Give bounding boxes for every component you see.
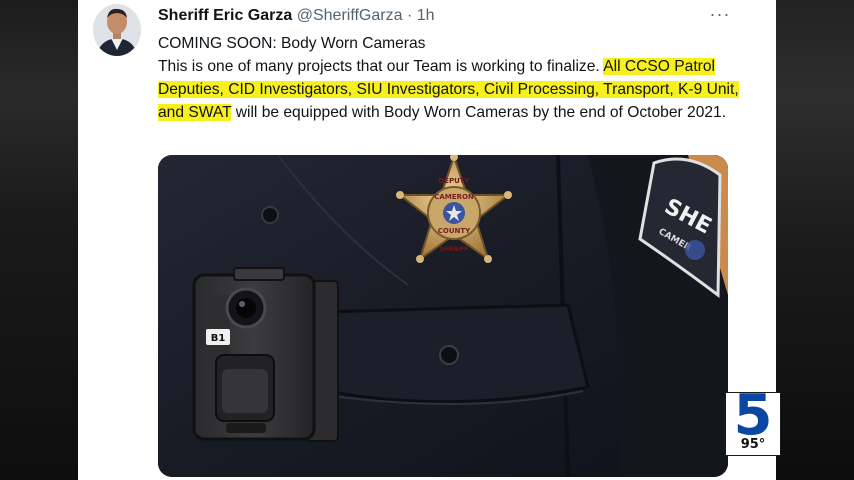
tweet-title-line: COMING SOON: Body Worn Cameras bbox=[158, 35, 426, 52]
tweet-photo[interactable]: DEPUTY CAMERON COUNTY SHERIFF SHE CAMER bbox=[158, 155, 728, 477]
badge-top-text: DEPUTY bbox=[438, 177, 470, 185]
tweet-body: This is one of many projects that our Te… bbox=[158, 55, 748, 124]
body-camera: B1 bbox=[192, 267, 339, 442]
avatar[interactable] bbox=[93, 4, 141, 56]
shirt-button bbox=[439, 345, 459, 365]
camera-label: B1 bbox=[211, 333, 226, 344]
author-name[interactable]: Sheriff Eric Garza bbox=[158, 7, 292, 24]
tweet-header: Sheriff Eric Garza @SheriffGarza · 1h bbox=[158, 6, 435, 26]
tweet-text-after: will be equipped with Body Worn Cameras … bbox=[231, 104, 727, 121]
badge-sub-text: SHERIFF bbox=[440, 246, 469, 253]
blurred-background-right bbox=[776, 0, 854, 480]
channel-5-logo: 5 95° bbox=[725, 387, 781, 456]
more-options-icon[interactable]: ··· bbox=[709, 4, 731, 24]
temperature: 95° bbox=[740, 437, 766, 452]
badge-middle-text: CAMERON bbox=[434, 193, 474, 201]
author-handle[interactable]: @SheriffGarza bbox=[297, 7, 403, 24]
tweet-text: COMING SOON: Body Worn Cameras This is o… bbox=[158, 32, 748, 124]
tweet-card: Sheriff Eric Garza @SheriffGarza · 1h ··… bbox=[78, 0, 776, 480]
timestamp[interactable]: 1h bbox=[417, 7, 435, 24]
tweet-text-before: This is one of many projects that our Te… bbox=[158, 58, 604, 75]
separator-dot: · bbox=[406, 7, 413, 24]
shirt-button bbox=[261, 206, 279, 224]
badge-bottom-text: COUNTY bbox=[438, 227, 471, 235]
blurred-background-left bbox=[0, 0, 78, 480]
